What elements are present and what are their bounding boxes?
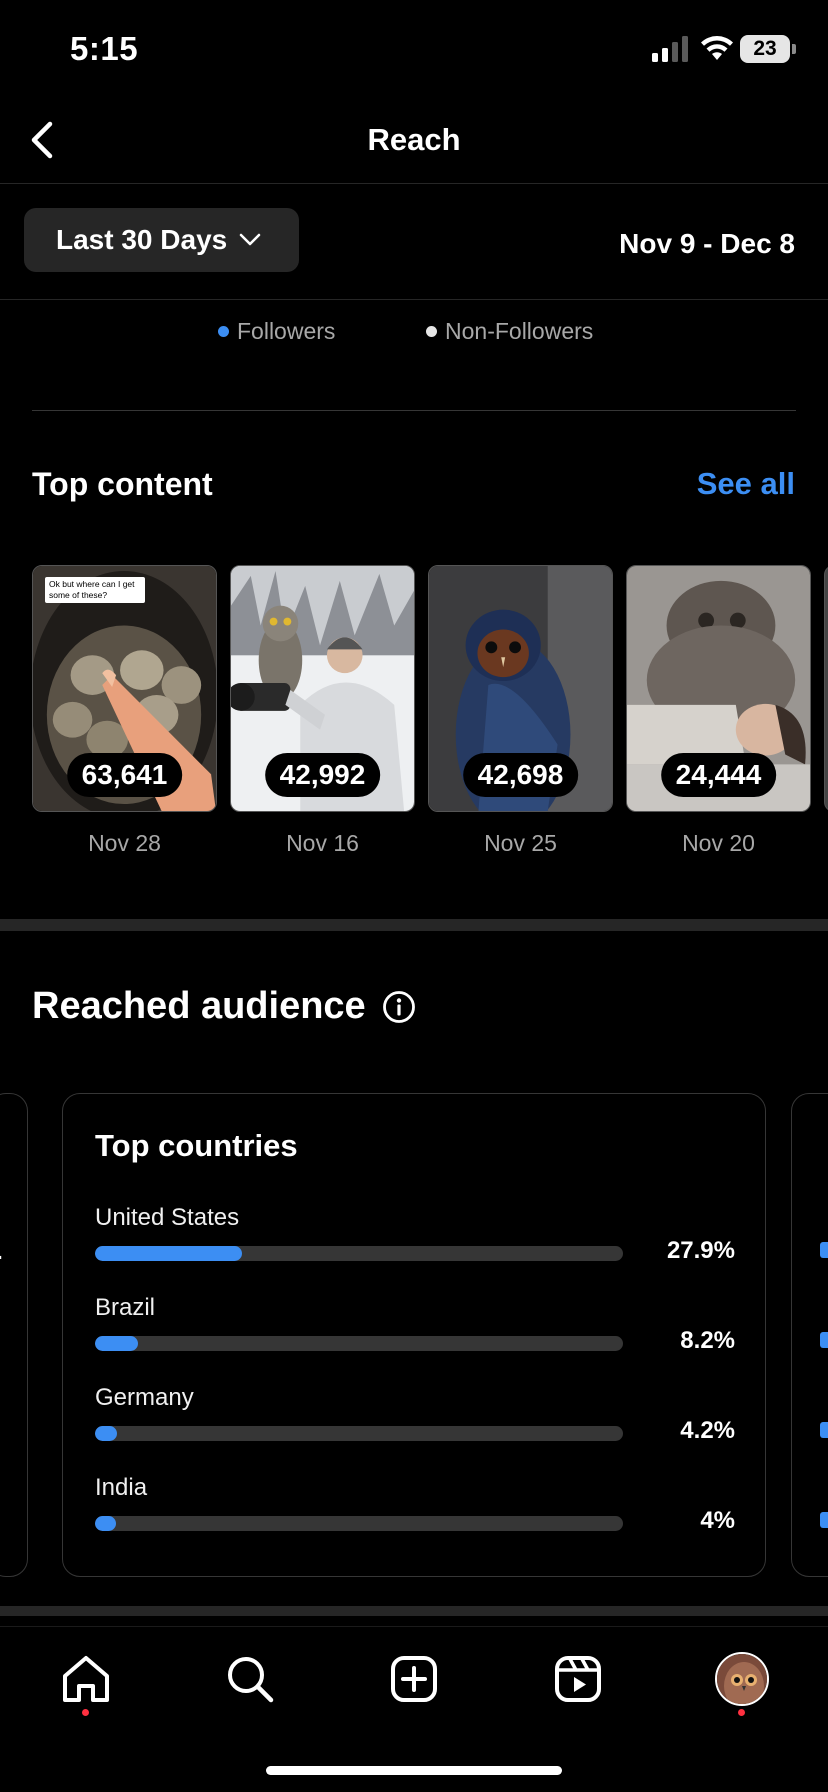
country-percent: 27.9% [666,1237,735,1264]
wifi-icon [701,36,733,60]
tab-profile[interactable] [712,1649,772,1709]
content-image [824,565,828,812]
content-date: Nov 28 [88,830,161,856]
home-notification-dot [82,1709,89,1716]
reach-count: 63,641 [66,753,183,797]
country-bar-fill [95,1336,138,1351]
create-icon [391,1656,437,1702]
battery-level: 23 [740,35,790,63]
content-thumbnail[interactable]: 24,444 Nov 20 [626,565,811,857]
reach-count: 42,992 [264,753,381,797]
owl-avatar-image [717,1654,767,1704]
divider [0,299,828,300]
content-thumbnail[interactable]: 42,698 Nov 25 [428,565,613,857]
legend-non-followers: Non-Followers [426,318,593,345]
thumbnail-caption: Ok but where can I get some of these? [45,577,145,603]
info-icon[interactable] [382,990,416,1024]
country-bar-track [95,1336,623,1351]
chart-legend: Followers Non-Followers [0,318,828,348]
cellular-signal-icon [652,36,688,62]
peek-bar [820,1242,828,1258]
search-icon [228,1657,274,1703]
status-bar: 5:15 23 [0,0,828,100]
content-date: Nov 20 [682,830,755,856]
country-row: India 4% [95,1474,735,1544]
tab-reels[interactable] [548,1649,608,1709]
peek-text: . [0,1242,3,1265]
country-bar-fill [95,1426,117,1441]
content-date: Nov 16 [286,830,359,856]
date-range-label: Last 30 Days [56,224,228,255]
page-title: Reach [367,122,461,157]
content-image: 42,698 [428,565,613,812]
country-bar-track [95,1426,623,1441]
country-row: Brazil 8.2% [95,1294,735,1364]
next-card[interactable] [791,1093,828,1577]
country-name: United States [95,1204,240,1231]
legend-followers: Followers [218,318,335,345]
chevron-down-icon [239,233,261,246]
country-name: India [95,1474,148,1501]
peek-bar [820,1422,828,1438]
country-percent: 4.2% [680,1417,735,1444]
previous-card[interactable]: . [0,1093,28,1577]
country-bar-fill [95,1516,116,1531]
reach-count: 24,444 [660,753,777,797]
country-percent: 8.2% [680,1327,735,1354]
country-name: Germany [95,1384,194,1411]
content-image: Ok but where can I get some of these? 63… [32,565,217,812]
reach-count: 42,698 [462,753,579,797]
reels-icon [555,1656,601,1702]
peek-bar [820,1512,828,1528]
see-all-link[interactable]: See all [697,466,795,502]
country-row: United States 27.9% [95,1204,735,1274]
legend-non-followers-label: Non-Followers [445,318,594,344]
content-thumbnail[interactable] [824,565,828,812]
country-row: Germany 4.2% [95,1384,735,1454]
content-thumbnail[interactable]: Ok but where can I get some of these? 63… [32,565,217,857]
reached-audience-title: Reached audience [32,985,366,1027]
tab-create[interactable] [384,1649,444,1709]
content-image: 42,992 [230,565,415,812]
battery-tip [792,44,796,54]
tab-home[interactable] [56,1649,116,1709]
nav-header: Reach [0,100,828,184]
section-divider [0,919,828,931]
legend-followers-label: Followers [237,318,336,344]
country-percent: 4% [700,1507,735,1534]
top-content-carousel[interactable]: Ok but where can I get some of these? 63… [32,565,828,865]
legend-dot-non-followers [426,326,437,337]
peek-bar [820,1332,828,1348]
status-time: 5:15 [70,30,139,67]
divider [32,410,796,411]
country-bar-fill [95,1246,242,1261]
top-content-title: Top content [32,466,213,502]
profile-notification-dot [738,1709,745,1716]
section-divider [0,1606,828,1616]
content-thumbnail[interactable]: 42,992 Nov 16 [230,565,415,857]
top-countries-card: Top countries United States 27.9% Brazil 8.… [62,1093,766,1577]
country-bar-track [95,1246,623,1261]
tab-search[interactable] [220,1649,280,1709]
home-indicator [266,1766,562,1775]
profile-avatar [715,1652,769,1706]
top-countries-title: Top countries [95,1128,298,1163]
home-icon [63,1656,109,1702]
country-bar-track [95,1516,623,1531]
reached-audience-header: Reached audience [32,985,416,1028]
battery-indicator: 23 [740,35,796,63]
content-date: Nov 25 [484,830,557,856]
country-name: Brazil [95,1294,156,1321]
legend-dot-followers [218,326,229,337]
content-image: 24,444 [626,565,811,812]
date-range-dropdown[interactable]: Last 30 Days [24,208,299,272]
date-range-text: Nov 9 - Dec 8 [619,228,795,259]
